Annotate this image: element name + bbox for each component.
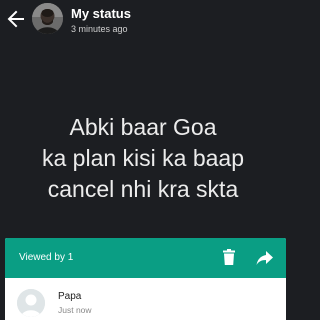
back-arrow-icon[interactable] [7, 9, 25, 29]
viewers-bar: Viewed by 1 [5, 238, 286, 278]
viewer-name: Papa [58, 291, 82, 302]
viewer-time: Just now [58, 305, 92, 315]
list-item[interactable]: Papa Just now [5, 278, 286, 320]
header-timestamp: 3 minutes ago [71, 24, 128, 34]
default-avatar-icon [17, 289, 45, 317]
status-line: Abki baar Goa [69, 114, 217, 140]
status-header: My status 3 minutes ago [0, 0, 286, 40]
status-viewer-screen: My status 3 minutes ago Abki baar Goa ka… [0, 0, 286, 320]
trash-icon[interactable] [222, 249, 236, 266]
viewed-by-label: Viewed by 1 [19, 252, 74, 263]
status-line: ka plan kisi ka baap [41, 145, 244, 171]
person-silhouette-icon [17, 289, 45, 317]
forward-icon[interactable] [256, 250, 274, 266]
profile-photo-icon [32, 3, 63, 34]
header-title: My status [71, 6, 131, 21]
status-line: cancel nhi kra skta [47, 176, 239, 202]
avatar[interactable] [32, 3, 63, 34]
status-text: Abki baar Goa ka plan kisi ka baap cance… [0, 112, 286, 205]
viewers-panel: Viewed by 1 Papa Just now [5, 238, 286, 320]
